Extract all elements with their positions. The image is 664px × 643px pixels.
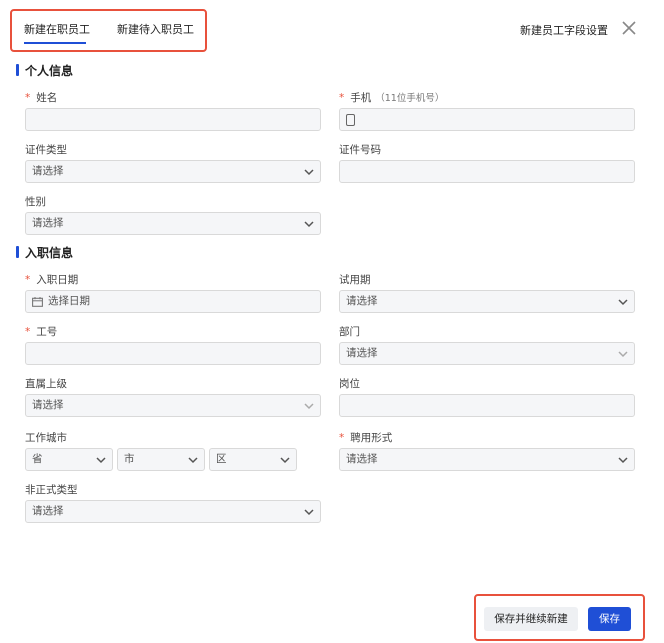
employee-no-label: * 工号 [25,326,58,338]
required-mark: * [339,92,345,104]
supervisor-select[interactable]: 请选择 [25,394,321,417]
calendar-icon [32,297,43,307]
chevron-down-icon [304,221,314,228]
chevron-down-icon [618,457,628,464]
chevron-down-icon [280,457,290,464]
hire-date-label: * 入职日期 [25,274,79,286]
section-marker [16,64,19,76]
tab-new-pending-employee[interactable]: 新建待入职员工 [117,21,194,37]
informal-type-select[interactable]: 请选择 [25,500,321,523]
province-select[interactable]: 省 [25,448,113,471]
required-mark: * [339,432,345,444]
position-input[interactable] [339,394,635,417]
probation-label: 试用期 [339,274,371,286]
required-mark: * [25,326,31,338]
chevron-down-icon [304,509,314,516]
department-select[interactable]: 请选择 [339,342,635,365]
save-button[interactable]: 保存 [588,607,631,631]
gender-select[interactable]: 请选择 [25,212,321,235]
chevron-down-icon [304,403,314,410]
chevron-down-icon [96,457,106,464]
chevron-down-icon [188,457,198,464]
required-mark: * [25,274,31,286]
probation-select[interactable]: 请选择 [339,290,635,313]
name-input[interactable] [25,108,321,131]
supervisor-label: 直属上级 [25,378,67,390]
id-type-label: 证件类型 [25,144,67,156]
employment-type-select[interactable]: 请选择 [339,448,635,471]
phone-input[interactable] [339,108,635,131]
employee-no-input[interactable] [25,342,321,365]
hire-date-placeholder: 选择日期 [48,295,90,307]
id-number-input[interactable] [339,160,635,183]
work-city-label: 工作城市 [25,432,67,444]
informal-type-label: 非正式类型 [25,484,78,496]
footer-actions-highlight: 保存并继续新建 保存 [474,594,645,641]
section-marker [16,246,19,258]
field-settings-link[interactable]: 新建员工字段设置 [520,22,608,38]
name-label: * 姓名 [25,92,58,104]
section-title: 个人信息 [25,64,74,78]
hire-date-picker[interactable]: 选择日期 [25,290,321,313]
position-label: 岗位 [339,378,360,390]
save-and-new-button[interactable]: 保存并继续新建 [484,607,578,631]
tabs-highlight: 新建在职员工 新建待入职员工 [10,9,207,52]
section-personal-info: 个人信息 [16,62,73,79]
section-employment-info: 入职信息 [16,244,73,261]
required-mark: * [25,92,31,104]
id-number-label: 证件号码 [339,144,381,156]
phone-label: * 手机 （11位手机号） [339,92,445,104]
employment-type-label: * 聘用形式 [339,432,393,444]
section-title: 入职信息 [25,246,74,260]
active-tab-indicator [24,42,86,44]
phone-icon [346,114,355,126]
tab-new-active-employee[interactable]: 新建在职员工 [24,21,90,37]
chevron-down-icon [618,351,628,358]
district-select[interactable]: 区 [209,448,297,471]
close-icon[interactable] [622,21,636,35]
chevron-down-icon [304,169,314,176]
city-select[interactable]: 市 [117,448,205,471]
chevron-down-icon [618,299,628,306]
id-type-select[interactable]: 请选择 [25,160,321,183]
phone-hint: （11位手机号） [375,93,445,104]
department-label: 部门 [339,326,360,338]
gender-label: 性别 [25,196,46,208]
